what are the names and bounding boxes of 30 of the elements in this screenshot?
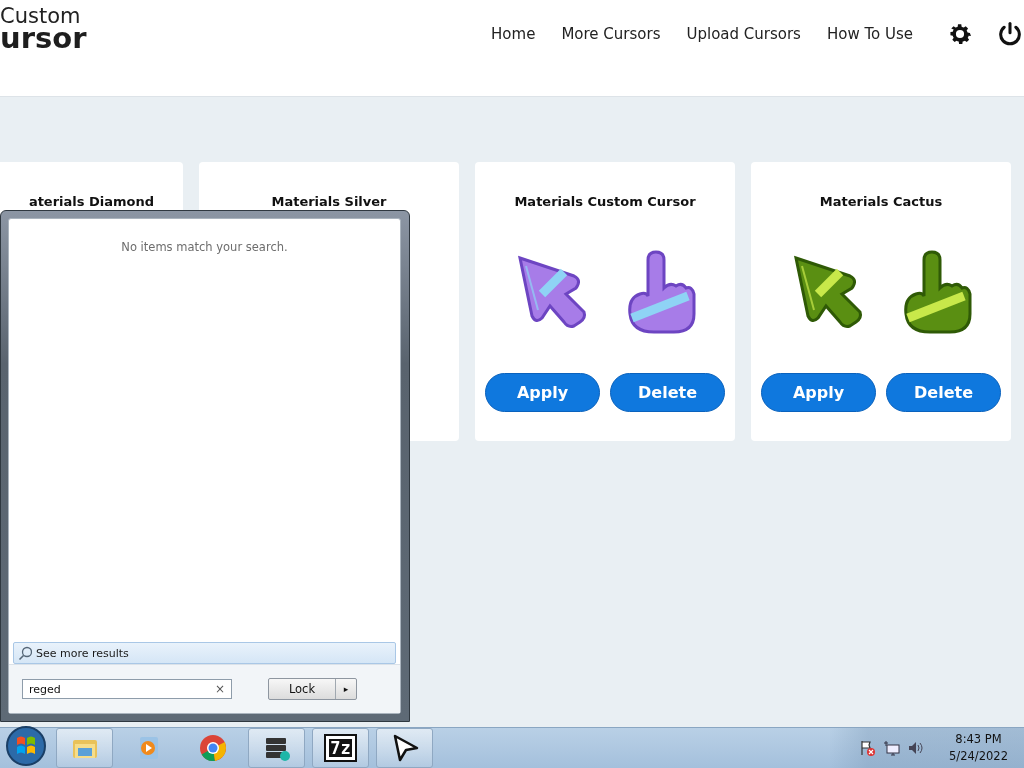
taskbar-button[interactable] [376, 728, 433, 768]
search-field[interactable]: reged × [22, 679, 232, 699]
archive-app-icon[interactable]: 7z [326, 736, 355, 760]
lock-button[interactable]: Lock [269, 679, 336, 699]
search-icon [18, 645, 32, 661]
logo-text: ursor [0, 24, 87, 53]
card-button[interactable]: Delete [610, 373, 725, 412]
card-title: aterials Diamond [28, 194, 155, 209]
taskbar-button[interactable] [248, 728, 305, 768]
nav-link[interactable]: More Cursors [548, 25, 674, 43]
start-button[interactable] [4, 724, 48, 768]
card-title: Materials Cactus [819, 194, 943, 209]
empty-results-message: No items match your search. [120, 240, 289, 254]
nav-link[interactable]: Home [478, 25, 549, 43]
nav-link[interactable]: Upload Cursors [673, 25, 814, 43]
card-title: Materials Custom Cursor [514, 194, 696, 209]
action-center-flag-icon[interactable] [859, 739, 878, 757]
logo-text: Custom [0, 6, 82, 27]
card-button[interactable]: Delete [886, 373, 1001, 412]
card-button[interactable]: Apply [761, 373, 876, 412]
see-more-results-link[interactable]: See more results [13, 642, 396, 664]
clock-time: 8:43 PM [955, 731, 1002, 748]
network-icon[interactable] [883, 739, 902, 757]
clear-button[interactable]: × [214, 682, 225, 696]
card-title: Materials Silver [271, 194, 387, 209]
clock-date: 5/24/2022 [949, 748, 1008, 765]
nav-link[interactable]: How To Use [813, 25, 926, 43]
power-options-button[interactable]: ▸ [336, 679, 356, 699]
power-icon[interactable] [996, 20, 1024, 48]
card-button[interactable]: Apply [485, 373, 600, 412]
